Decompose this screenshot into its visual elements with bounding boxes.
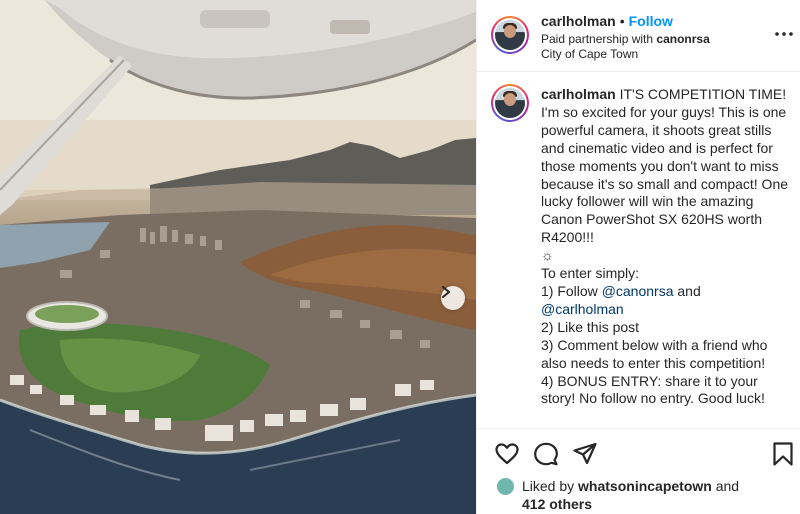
avatar-ring [493, 18, 527, 52]
partnership-line: Paid partnership with canonrsa [541, 32, 710, 47]
caption-avatar[interactable] [491, 84, 529, 122]
post-header: carlholman • Follow Paid partnership with … [477, 0, 800, 72]
caption-step-1-cont: @carlholman [541, 301, 793, 319]
mention-carlholman[interactable]: @carlholman [541, 301, 624, 317]
share-icon[interactable] [572, 441, 598, 467]
liker-avatar[interactable] [497, 478, 514, 495]
post-caption: carlholman IT'S COMPETITION TIME! I'm so… [541, 86, 793, 408]
caption-avatar-ring [493, 86, 527, 120]
avatar-image [495, 20, 525, 50]
caption-step-3: 3) Comment below with a friend who also … [541, 336, 768, 371]
caption-avatar-head [504, 93, 516, 106]
separator-dot: • [619, 13, 625, 29]
caption-enter-line: To enter simply: [541, 265, 640, 282]
caption-username[interactable]: carlholman [541, 86, 616, 102]
mention-canonrsa[interactable]: @canonrsa [602, 283, 674, 299]
partnership-label: Paid partnership with [541, 32, 654, 46]
bookmark-icon[interactable] [770, 441, 796, 467]
caption-text: IT'S COMPETITION TIME! I'm so excited fo… [541, 86, 789, 246]
heart-icon[interactable] [494, 441, 520, 467]
caption-step-4: 4) BONUS ENTRY: share it to your story! … [541, 372, 765, 407]
next-photo-button[interactable] [441, 286, 465, 310]
step-1-prefix: 1) Follow [541, 282, 598, 299]
post-photo[interactable] [0, 0, 476, 514]
avatar-head [504, 25, 516, 38]
likes-count[interactable]: 412 others [522, 496, 592, 512]
comment-icon[interactable] [533, 441, 559, 467]
caption-sparkle: ☼ [541, 247, 554, 264]
more-options-icon[interactable] [773, 26, 795, 42]
caption-intro: carlholman IT'S COMPETITION TIME! I'm so… [541, 86, 793, 247]
caption-avatar-image [495, 88, 525, 118]
partner-link[interactable]: canonrsa [656, 32, 709, 46]
likes-prefix: Liked by [522, 478, 575, 494]
header-username[interactable]: carlholman [541, 13, 616, 29]
caption-step-2: 2) Like this post [541, 318, 640, 335]
photo-scene [0, 0, 476, 514]
likes-text: Liked by whatsonincapetown and 412 other… [522, 477, 752, 513]
post-sidebar: carlholman • Follow Paid partnership with … [476, 0, 800, 514]
liker-username[interactable]: whatsonincapetown [578, 478, 712, 494]
header-title-row: carlholman • Follow [541, 12, 673, 30]
likes-and: and [715, 478, 740, 494]
follow-button[interactable]: Follow [629, 13, 673, 29]
chevron-right-icon [442, 286, 450, 298]
step-1-and: and [677, 282, 701, 299]
post-footer: Liked by whatsonincapetown and 412 other… [477, 428, 800, 514]
caption-step-1: 1) Follow @canonrsa and [541, 283, 793, 301]
location-link[interactable]: City of Cape Town [541, 47, 638, 62]
avatar[interactable] [491, 16, 529, 54]
